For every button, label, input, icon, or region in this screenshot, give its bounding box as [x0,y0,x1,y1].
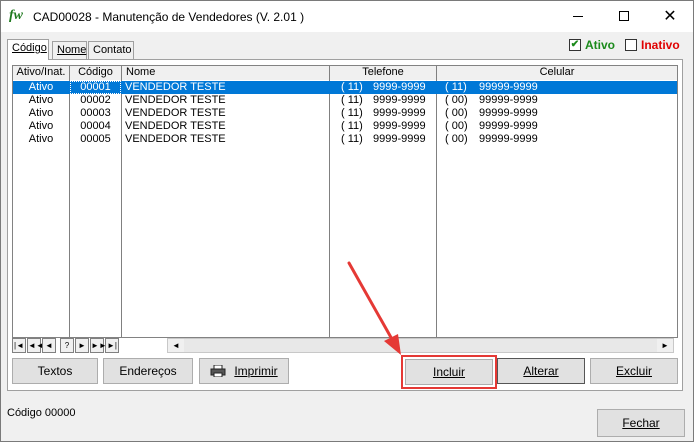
column-header-codigo[interactable]: Código [70,66,122,80]
last-icon[interactable]: ►| [105,338,119,353]
next-page-icon[interactable]: ►► [90,338,107,353]
tab-nome-label: Nome [57,44,87,56]
cell-tel: 9999-9999 [373,133,426,145]
tab-contato-label: Contato [93,44,132,56]
inativo-checkbox[interactable] [625,39,637,51]
minimize-button[interactable] [555,1,601,31]
incluir-label: Incluir [432,365,465,379]
cell-nome: VENDEDOR TESTE [125,94,226,106]
alterar-button[interactable]: Alterar [497,358,585,384]
filter-ativo[interactable]: ✔ Ativo [569,38,615,52]
cell-status: Ativo [28,120,54,132]
vendedores-grid[interactable]: Ativo/Inat. Código Nome Telefone Celular… [12,65,678,338]
status-text: Código 00000 [7,407,76,419]
enderecos-label: Endereços [119,364,177,378]
ativo-label: Ativo [585,38,615,52]
grid-navigator: |◄ ◄◄ ◄? ► ►► ►| ◄ ► [12,338,678,354]
prev-icon[interactable]: ◄ [42,338,56,353]
fechar-button[interactable]: Fechar [597,409,685,437]
imprimir-label: Imprimir [234,364,278,378]
close-icon: ✕ [663,8,677,25]
cell-nome: VENDEDOR TESTE [125,120,226,132]
tab-codigo-label: Código [12,42,47,54]
grid-header: Ativo/Inat. Código Nome Telefone Celular [13,66,677,80]
cell-nome: VENDEDOR TESTE [125,133,226,145]
cell-cel: 99999-9999 [479,107,538,119]
window-title: CAD00028 - Manutenção de Vendedores (V. … [33,10,305,24]
cell-nome: VENDEDOR TESTE [125,107,226,119]
vendedores-window: fw CAD00028 - Manutenção de Vendedores (… [0,0,694,442]
cell-status: Ativo [28,81,54,93]
cell-codigo: 00003 [80,107,111,119]
excluir-label: Excluir [615,364,652,378]
cell-status: Ativo [28,107,54,119]
table-row[interactable]: Ativo 00002 VENDEDOR TESTE( 11) 9999-9999( … [13,94,677,107]
cell-tel: 9999-9999 [373,120,426,132]
inativo-label: Inativo [641,38,680,52]
cell-codigo: 00002 [80,94,111,106]
alterar-label: Alterar [523,364,559,378]
cell-cel: 99999-9999 [479,94,538,106]
cell-nome: VENDEDOR TESTE [125,81,226,93]
tab-panel: Ativo/Inat. Código Nome Telefone Celular… [7,59,683,391]
prev-page-icon[interactable]: ◄◄ [27,338,44,353]
horizontal-scrollbar[interactable]: ◄ ► [167,338,674,353]
cell-tel: 9999-9999 [373,107,426,119]
column-header-celular[interactable]: Celular [437,66,677,80]
cell-codigo: 00004 [80,120,111,132]
title-bar: fw CAD00028 - Manutenção de Vendedores (… [1,1,693,32]
cell-tel: 9999-9999 [373,81,426,93]
cell-codigo: 00001 [70,81,121,94]
tab-nome[interactable]: Nome [52,41,87,59]
scroll-right-icon[interactable]: ► [657,339,673,352]
cell-cel: 99999-9999 [479,133,538,145]
first-icon[interactable]: |◄ [12,338,26,353]
filter-inativo[interactable]: Inativo [625,38,680,52]
column-header-nome[interactable]: Nome [122,66,330,80]
help-icon[interactable]: ? [60,338,74,353]
maximize-button[interactable] [601,1,647,31]
tab-contato[interactable]: Contato [88,41,134,59]
imprimir-button[interactable]: Imprimir [199,358,289,384]
tab-codigo[interactable]: Código [7,39,49,60]
cell-codigo: 00005 [80,133,111,145]
scroll-left-icon[interactable]: ◄ [168,339,184,352]
textos-button[interactable]: Textos [12,358,98,384]
table-row[interactable]: Ativo 00001 VENDEDOR TESTE( 11) 9999-9999( … [13,81,677,94]
incluir-button[interactable]: Incluir [401,355,497,389]
column-header-telefone[interactable]: Telefone [330,66,437,80]
app-logo: fw [9,8,23,23]
table-row[interactable]: Ativo 00004 VENDEDOR TESTE( 11) 9999-9999( … [13,120,677,133]
cell-status: Ativo [28,94,54,106]
next-icon[interactable]: ► [75,338,89,353]
table-row[interactable]: Ativo 00003 VENDEDOR TESTE( 11) 9999-9999( … [13,107,677,120]
close-button[interactable]: ✕ [647,1,693,31]
enderecos-button[interactable]: Endereços [103,358,193,384]
textos-label: Textos [37,364,73,378]
table-row[interactable]: Ativo 00005 VENDEDOR TESTE( 11) 9999-9999( … [13,133,677,146]
cell-cel: 99999-9999 [479,120,538,132]
column-header-status[interactable]: Ativo/Inat. [13,66,70,80]
maximize-icon [619,11,629,21]
cell-cel: 99999-9999 [479,81,538,93]
cell-tel: 9999-9999 [373,94,426,106]
printer-icon [210,365,226,377]
ativo-checkbox[interactable]: ✔ [569,39,581,51]
minimize-icon [573,15,583,17]
cell-status: Ativo [28,133,54,145]
excluir-button[interactable]: Excluir [590,358,678,384]
fechar-label: Fechar [622,416,660,430]
